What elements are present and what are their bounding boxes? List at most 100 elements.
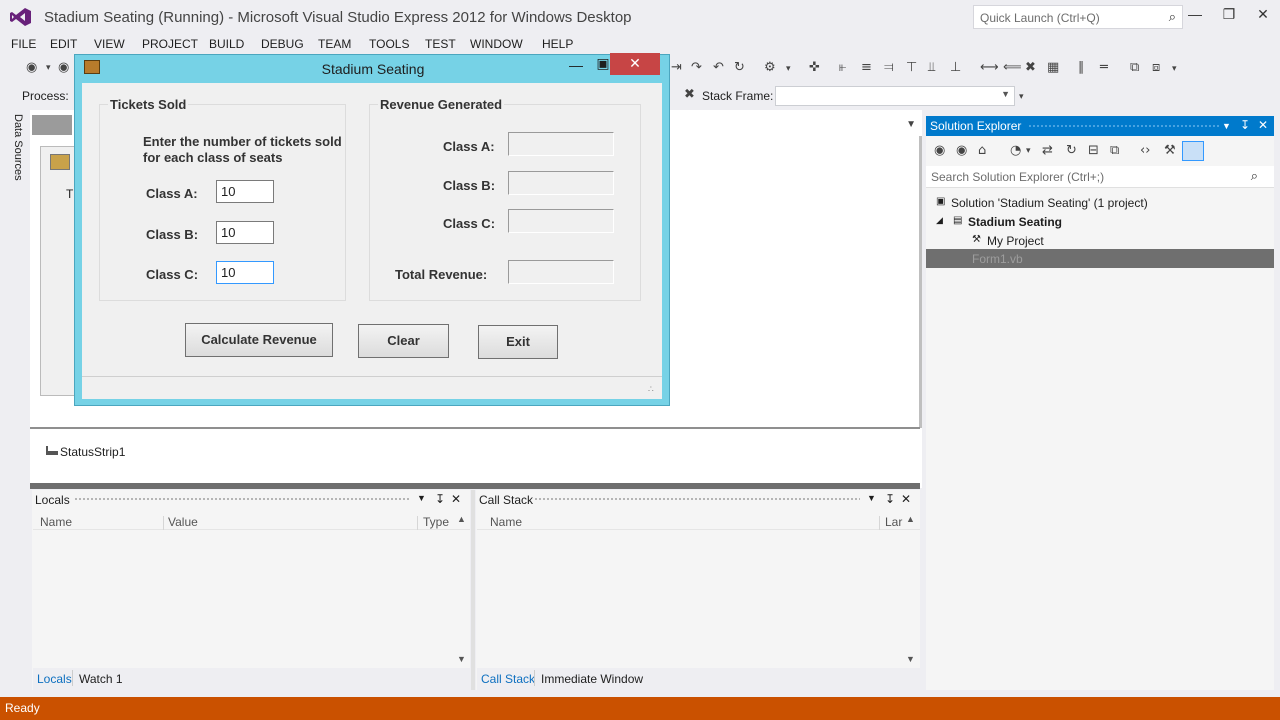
- chevron-down-icon[interactable]: ▼: [867, 493, 876, 511]
- toolbar-overflow-icon[interactable]: ▾: [1019, 92, 1024, 102]
- menu-tools[interactable]: TOOLS: [369, 37, 409, 51]
- chevron-down-icon[interactable]: ▼: [417, 493, 426, 511]
- close-icon[interactable]: ✕: [1258, 118, 1268, 132]
- align-bottom-icon[interactable]: ⊥: [950, 60, 961, 75]
- chevron-down-icon[interactable]: ▼: [1222, 121, 1231, 131]
- properties-icon[interactable]: ⚒: [1164, 143, 1176, 158]
- close-button[interactable]: ✕: [1250, 6, 1276, 26]
- exit-button[interactable]: Exit: [478, 325, 558, 359]
- call-stack-col-language[interactable]: Lar: [885, 515, 902, 529]
- menu-edit[interactable]: EDIT: [50, 37, 77, 51]
- designer-horizontal-scrollbar[interactable]: [30, 483, 920, 489]
- back-icon[interactable]: ◉: [934, 143, 945, 158]
- menu-project[interactable]: PROJECT: [142, 37, 198, 51]
- make-same-size-icon[interactable]: ✖: [1025, 60, 1036, 75]
- home-icon[interactable]: ⌂: [978, 143, 986, 158]
- tickets-class-b-input[interactable]: 10: [216, 221, 274, 244]
- make-same-height-icon[interactable]: ⟸: [1003, 60, 1022, 75]
- tab-watch-1[interactable]: Watch 1: [79, 672, 123, 686]
- expand-arrow-icon[interactable]: ◢: [936, 215, 943, 226]
- menu-team[interactable]: TEAM: [318, 37, 351, 51]
- menu-view[interactable]: VIEW: [94, 37, 125, 51]
- step-over-icon[interactable]: ↷: [691, 60, 702, 75]
- menu-test[interactable]: TEST: [425, 37, 456, 51]
- panel-grip[interactable]: [1028, 124, 1220, 128]
- step-out-icon[interactable]: ↶: [713, 60, 724, 75]
- menu-build[interactable]: BUILD: [209, 37, 244, 51]
- tab-locals[interactable]: Locals: [37, 672, 72, 686]
- designer-scrollbar[interactable]: [919, 136, 922, 428]
- sync-icon[interactable]: ⇄: [1042, 143, 1053, 158]
- tab-call-stack[interactable]: Call Stack: [481, 672, 535, 686]
- forward-icon[interactable]: ◉: [58, 60, 69, 75]
- view-code-icon[interactable]: ‹›: [1140, 143, 1150, 158]
- panel-splitter[interactable]: [471, 490, 475, 690]
- tree-item-selected-row[interactable]: Form1.vb: [926, 249, 1274, 268]
- show-all-files-icon[interactable]: ⧉: [1110, 143, 1119, 158]
- make-same-width-icon[interactable]: ⟷: [980, 60, 999, 75]
- tools-icon[interactable]: ⚙: [764, 60, 776, 75]
- vertical-spacing-icon[interactable]: ═: [1100, 60, 1108, 75]
- back-icon[interactable]: ◉: [26, 60, 37, 75]
- toolbar-overflow-icon[interactable]: ▾: [1172, 64, 1177, 74]
- call-stack-col-name[interactable]: Name: [490, 515, 522, 529]
- tree-item-my-project[interactable]: My Project: [987, 234, 1044, 248]
- menu-file[interactable]: FILE: [11, 37, 36, 51]
- back-dropdown-icon[interactable]: ▾: [46, 63, 51, 73]
- minimize-button[interactable]: —: [1182, 6, 1208, 26]
- calculate-revenue-button[interactable]: Calculate Revenue: [185, 323, 333, 357]
- panel-grip[interactable]: [74, 497, 410, 501]
- tree-item-project[interactable]: Stadium Seating: [968, 215, 1062, 229]
- scroll-up-icon[interactable]: ▲: [906, 514, 915, 524]
- view-designer-icon[interactable]: [1182, 141, 1204, 161]
- status-strip-component[interactable]: StatusStrip1: [60, 445, 125, 459]
- pin-icon[interactable]: ↧: [1240, 118, 1250, 132]
- chevron-down-icon[interactable]: ▾: [1026, 146, 1031, 156]
- move-icon[interactable]: ✜: [809, 60, 820, 75]
- thread-icon[interactable]: ✖: [684, 87, 695, 102]
- step-into-icon[interactable]: ⇥: [671, 60, 682, 75]
- pin-icon[interactable]: ↧: [885, 492, 895, 510]
- align-top-icon[interactable]: ⊤: [906, 60, 917, 75]
- align-right-icon[interactable]: ⫤: [884, 60, 894, 75]
- refresh-icon[interactable]: ↻: [1066, 143, 1077, 158]
- close-icon[interactable]: ✕: [901, 492, 911, 510]
- refresh-icon[interactable]: ↻: [734, 60, 745, 75]
- menu-help[interactable]: HELP: [542, 37, 573, 51]
- collapse-all-icon[interactable]: ⊟: [1088, 143, 1099, 158]
- tools-dropdown-icon[interactable]: ▾: [786, 64, 791, 74]
- form-minimize-button[interactable]: —: [565, 57, 587, 79]
- panel-grip[interactable]: [534, 497, 860, 501]
- pin-icon[interactable]: ↧: [435, 492, 445, 510]
- close-icon[interactable]: ✕: [451, 492, 461, 510]
- solution-explorer-search-input[interactable]: Search Solution Explorer (Ctrl+;) ⌕: [926, 166, 1274, 188]
- form-close-button[interactable]: ✕: [610, 53, 660, 75]
- tickets-class-a-input[interactable]: 10: [216, 180, 274, 203]
- align-left-icon[interactable]: ⫦: [839, 60, 846, 75]
- send-to-back-icon[interactable]: ⧈: [1152, 60, 1160, 75]
- size-to-grid-icon[interactable]: ▦: [1047, 60, 1059, 75]
- quick-launch-input[interactable]: Quick Launch (Ctrl+Q) ⌕: [973, 5, 1183, 29]
- locals-col-value[interactable]: Value: [168, 515, 198, 529]
- scroll-up-icon[interactable]: ▲: [457, 514, 466, 524]
- tree-item-solution[interactable]: Solution 'Stadium Seating' (1 project): [951, 196, 1148, 210]
- resize-grip-icon[interactable]: ∴: [648, 384, 658, 394]
- chevron-down-icon[interactable]: ▼: [906, 119, 916, 130]
- align-middle-icon[interactable]: ⫫: [928, 60, 935, 75]
- align-center-icon[interactable]: ≡: [861, 60, 872, 75]
- horizontal-spacing-icon[interactable]: ∥: [1078, 60, 1085, 75]
- locals-col-type[interactable]: Type: [423, 515, 449, 529]
- stack-frame-select[interactable]: ▼: [775, 86, 1015, 106]
- tab-immediate-window[interactable]: Immediate Window: [541, 672, 643, 686]
- data-sources-tab[interactable]: Data Sources: [10, 114, 24, 186]
- forward-icon[interactable]: ◉: [956, 143, 967, 158]
- designer-document-tab[interactable]: [32, 115, 72, 135]
- scroll-down-icon[interactable]: ▼: [906, 654, 915, 664]
- menu-window[interactable]: WINDOW: [470, 37, 523, 51]
- scroll-down-icon[interactable]: ▼: [457, 654, 466, 664]
- tickets-class-c-input[interactable]: 10: [216, 261, 274, 284]
- bring-to-front-icon[interactable]: ⧉: [1130, 60, 1139, 75]
- clear-button[interactable]: Clear: [358, 324, 449, 358]
- restore-button[interactable]: ❐: [1216, 6, 1242, 26]
- menu-debug[interactable]: DEBUG: [261, 37, 304, 51]
